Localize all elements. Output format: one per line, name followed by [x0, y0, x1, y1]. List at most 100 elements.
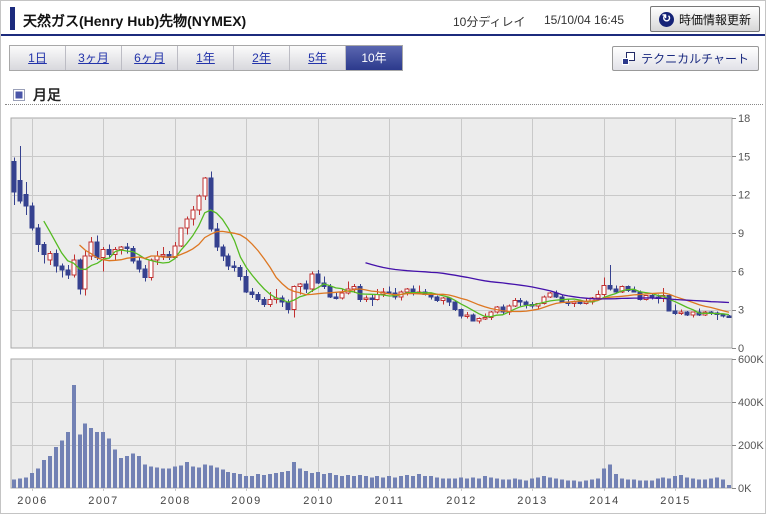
year-label: 2013 [517, 495, 547, 507]
volume-bar [524, 480, 528, 488]
volume-bar [375, 476, 379, 488]
volume-bar [435, 477, 439, 488]
volume-bar [650, 480, 654, 488]
volume-bar [667, 478, 671, 488]
volume-bar [507, 479, 511, 488]
volume-bar [161, 469, 165, 488]
candle [435, 296, 439, 302]
volume-bar [30, 473, 34, 488]
volume-bar [370, 477, 374, 488]
volume-bar [411, 476, 415, 488]
candle [548, 292, 552, 298]
volume-bar [226, 472, 230, 488]
tab-1年[interactable]: 1年 [178, 46, 234, 70]
volume-bar [626, 479, 630, 488]
delay-label: 10分ディレイ [453, 13, 526, 30]
volume-bar [560, 479, 564, 488]
section-label: 月足 [33, 85, 61, 105]
year-label: 2006 [17, 495, 47, 507]
volume-bar [632, 479, 636, 488]
volume-bar [417, 474, 421, 488]
year-label: 2009 [231, 495, 261, 507]
volume-bar [346, 475, 350, 488]
tab-6ヶ月[interactable]: 6ヶ月 [122, 46, 178, 70]
tab-2年[interactable]: 2年 [234, 46, 290, 70]
volume-bar [322, 474, 326, 488]
volume-bar [399, 476, 403, 488]
volume-bar [292, 462, 296, 488]
section-separator [5, 104, 763, 105]
price-tick-label: 3 [738, 305, 744, 317]
page-title: 天然ガス(Henry Hub)先物(NYMEX) [23, 11, 246, 31]
tab-1日[interactable]: 1日 [10, 46, 66, 70]
volume-bar [286, 471, 290, 488]
volume-bar [197, 468, 201, 488]
volume-bar [310, 473, 314, 488]
volume-bar [89, 428, 93, 488]
x-axis-year-labels: 2006200720082009201020112012201320142015 [17, 495, 690, 507]
volume-bar [262, 475, 266, 488]
candle [203, 177, 207, 200]
volume-bar [381, 477, 385, 488]
candle [667, 294, 671, 311]
tab-10年[interactable]: 10年 [346, 46, 402, 70]
volume-bar [60, 441, 64, 488]
technical-chart-button-label: テクニカルチャート [641, 50, 749, 67]
price-volume-chart: 2006200720082009201020112012201320142015… [1, 111, 766, 514]
volume-bar [268, 474, 272, 488]
volume-bar [24, 477, 28, 488]
volume-bar [185, 462, 189, 488]
title-accent-bar [10, 7, 15, 30]
volume-bar [685, 477, 689, 488]
refresh-button[interactable]: ↻ 時価情報更新 [650, 6, 760, 32]
tab-5年[interactable]: 5年 [290, 46, 346, 70]
price-tick-label: 6 [738, 266, 744, 278]
volume-bar [620, 478, 624, 488]
volume-bar [244, 476, 248, 488]
volume-bar [42, 460, 46, 488]
volume-bar [316, 472, 320, 488]
volume-bar [638, 480, 642, 488]
price-tick-label: 18 [738, 113, 750, 125]
technical-chart-button[interactable]: テクニカルチャート [612, 46, 759, 71]
year-label: 2010 [303, 495, 333, 507]
period-tabs: 1日3ヶ月6ヶ月1年2年5年10年 [9, 45, 403, 71]
volume-bar [155, 468, 159, 488]
candle [310, 271, 314, 291]
refresh-button-label: 時価情報更新 [679, 11, 751, 28]
volume-bar [137, 456, 141, 488]
volume-bar [72, 385, 76, 488]
volume-bar [119, 458, 123, 488]
volume-bar [590, 479, 594, 488]
volume-bar [364, 476, 368, 488]
volume-bar [727, 485, 731, 488]
volume-bar [328, 473, 332, 488]
volume-bar [495, 478, 499, 488]
tab-3ヶ月[interactable]: 3ヶ月 [66, 46, 122, 70]
volume-bar [203, 464, 207, 488]
volume-bar [453, 478, 457, 488]
volume-bar [107, 439, 111, 488]
volume-tick-label: 400K [738, 397, 764, 409]
volume-bar [459, 477, 463, 488]
volume-bar [12, 479, 16, 488]
year-label: 2014 [589, 495, 619, 507]
volume-bar [280, 472, 284, 488]
candle [471, 314, 475, 322]
volume-bar [101, 432, 105, 488]
volume-bar [691, 478, 695, 488]
volume-bar [644, 480, 648, 488]
axis-labels: 03691215180K200K400K600K [732, 113, 764, 495]
volume-bar [173, 467, 177, 489]
volume-bar [679, 475, 683, 488]
volume-bar [423, 476, 427, 488]
volume-bar [54, 447, 58, 488]
volume-tick-label: 200K [738, 440, 764, 452]
volume-bar [405, 475, 409, 488]
volume-bar [661, 477, 665, 488]
volume-bar [238, 474, 242, 488]
volume-bar [542, 476, 546, 488]
volume-bar [697, 479, 701, 488]
volume-bar [554, 478, 558, 488]
refresh-icon: ↻ [659, 12, 674, 27]
